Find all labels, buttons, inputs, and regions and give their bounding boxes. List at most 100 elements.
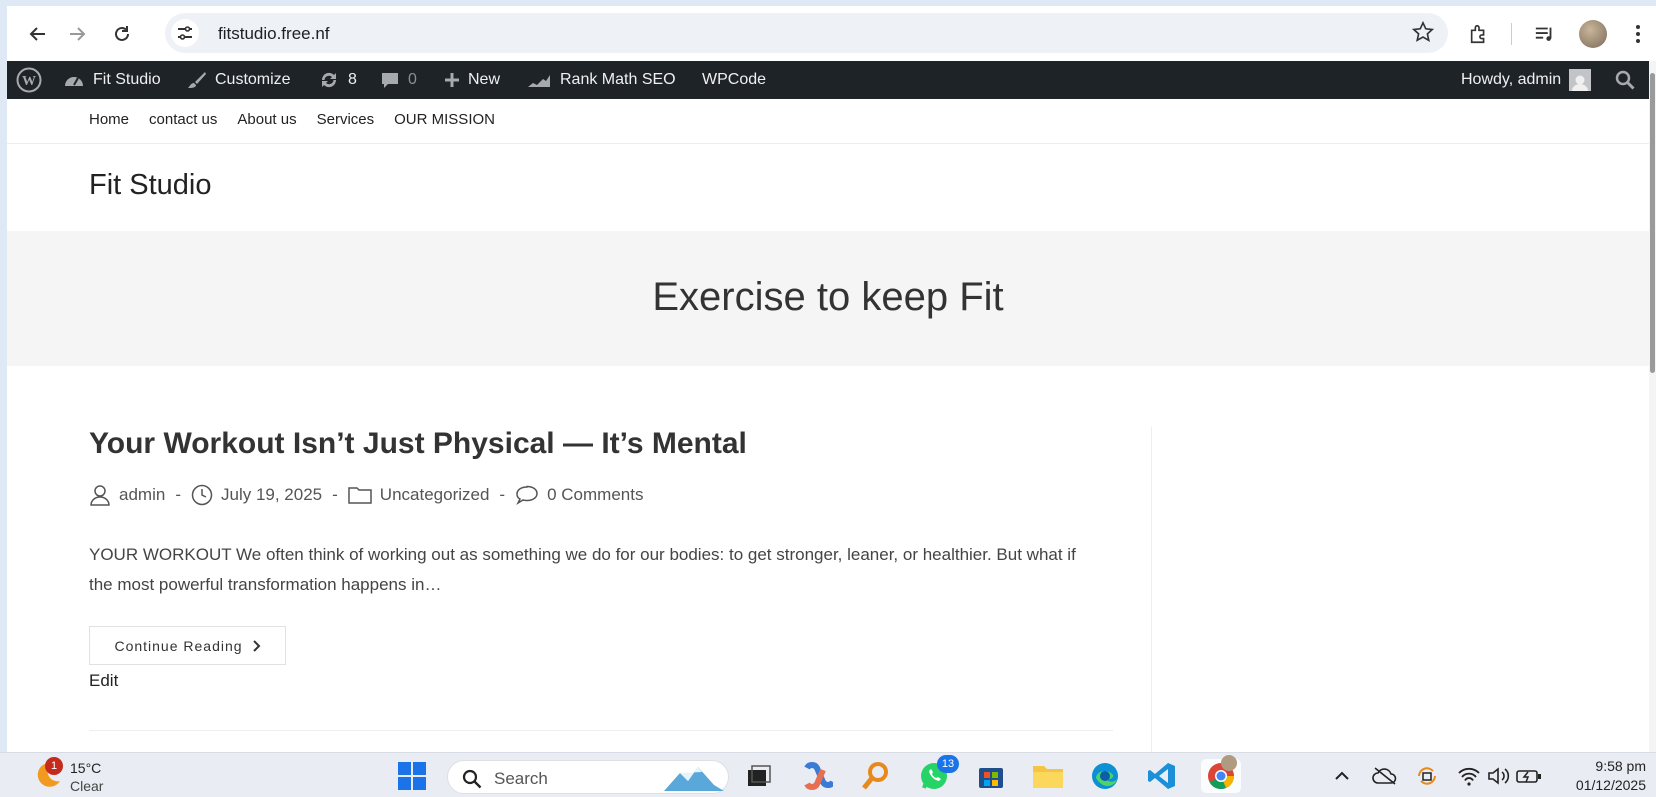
nav-about[interactable]: About us <box>237 111 296 128</box>
comment-bubble-icon <box>382 73 398 88</box>
admin-updates[interactable]: 8 <box>318 61 357 99</box>
svg-text:W: W <box>22 74 36 89</box>
admin-site-name[interactable]: Fit Studio <box>63 61 161 99</box>
sidebar-border <box>1151 427 1152 752</box>
post-excerpt: YOUR WORKOUT We often think of working o… <box>89 545 1076 594</box>
folder-icon <box>348 487 372 504</box>
chrome-profile-badge <box>1221 755 1237 771</box>
vscode-icon[interactable] <box>1145 759 1179 793</box>
sync-icon[interactable] <box>1414 763 1440 789</box>
hero-banner: Exercise to keep Fit <box>7 231 1649 366</box>
extensions-icon[interactable] <box>1464 19 1494 49</box>
wp-admin-bar: W Fit Studio Customize 8 0 New Rank Math… <box>7 61 1649 99</box>
nav-mission[interactable]: OUR MISSION <box>394 111 495 128</box>
admin-wpcode-label: WPCode <box>702 71 767 88</box>
page-scrollbar[interactable] <box>1649 61 1656 752</box>
admin-site-name-label: Fit Studio <box>93 71 161 88</box>
start-button-icon[interactable] <box>395 759 429 793</box>
nav-services[interactable]: Services <box>317 111 375 128</box>
admin-rank-math-label: Rank Math SEO <box>560 71 676 88</box>
battery-icon[interactable] <box>1516 763 1542 789</box>
wifi-icon[interactable] <box>1456 763 1482 789</box>
post-meta: admin - July 19, 2025 - Uncategorized - … <box>89 484 643 506</box>
copilot-icon[interactable] <box>801 759 835 793</box>
task-view-icon[interactable] <box>742 759 776 793</box>
toolbar-divider <box>1511 23 1512 45</box>
admin-customize-label: Customize <box>215 71 291 88</box>
weather-moon-icon: 1 <box>30 757 63 791</box>
url-text[interactable]: fitstudio.free.nf <box>218 24 330 44</box>
hero-title: Exercise to keep Fit <box>652 275 1004 319</box>
dashboard-icon <box>65 77 83 86</box>
updates-icon <box>321 72 337 88</box>
onedrive-offline-icon[interactable] <box>1372 763 1398 789</box>
windows-taskbar: 1 15°C Clear Search 13 9:58 pm 01/12/202… <box>0 752 1656 797</box>
edit-link[interactable]: Edit <box>89 671 118 691</box>
admin-avatar <box>1569 69 1592 91</box>
whatsapp-icon[interactable]: 13 <box>917 755 959 793</box>
site-nav: Home contact us About us Services OUR MI… <box>89 111 495 128</box>
show-hidden-icons-chevron-icon[interactable] <box>1329 763 1355 789</box>
volume-icon[interactable] <box>1486 763 1512 789</box>
post-title[interactable]: Your Workout Isn’t Just Physical — It’s … <box>89 427 747 461</box>
nav-contact[interactable]: contact us <box>149 111 217 128</box>
site-title[interactable]: Fit Studio <box>89 169 212 202</box>
post-comments[interactable]: 0 Comments <box>547 485 643 505</box>
taskbar-search[interactable]: Search <box>447 760 729 794</box>
post-date: July 19, 2025 <box>220 485 323 504</box>
admin-new-label: New <box>468 71 501 88</box>
page-content: Home contact us About us Services OUR MI… <box>7 99 1649 752</box>
address-bar[interactable]: fitstudio.free.nf <box>165 13 1448 53</box>
admin-search-icon[interactable] <box>1615 61 1635 99</box>
admin-comments[interactable]: 0 <box>380 61 417 99</box>
user-icon <box>90 485 110 506</box>
microsoft-store-icon[interactable] <box>974 759 1008 793</box>
comment-icon <box>516 485 538 505</box>
forward-button[interactable] <box>63 20 91 48</box>
back-button[interactable] <box>24 20 52 48</box>
post-category[interactable]: Uncategorized <box>380 485 490 505</box>
search-highlight-icon <box>664 767 724 791</box>
admin-customize[interactable]: Customize <box>187 61 291 99</box>
taskbar-search-label: Search <box>494 769 548 788</box>
site-info-icon[interactable] <box>171 19 199 47</box>
rank-math-icon <box>528 75 550 87</box>
chrome-menu-icon[interactable] <box>1623 19 1653 49</box>
nav-home[interactable]: Home <box>89 111 129 128</box>
chrome-taskbar-icon[interactable] <box>1201 755 1241 793</box>
comments-count: 0 <box>408 71 417 88</box>
media-controls-icon[interactable] <box>1530 19 1560 49</box>
admin-new[interactable]: New <box>444 61 500 99</box>
file-explorer-icon[interactable] <box>1031 759 1065 793</box>
scrollbar-thumb[interactable] <box>1650 73 1655 373</box>
clock-time: 9:58 pm <box>1595 758 1646 774</box>
bookmark-star-icon[interactable] <box>1411 20 1435 48</box>
weather-widget[interactable]: 1 15°C Clear <box>30 757 104 795</box>
reload-button[interactable] <box>108 20 136 48</box>
profile-avatar[interactable] <box>1578 19 1608 49</box>
post-author[interactable]: admin <box>119 485 165 505</box>
admin-rank-math[interactable]: Rank Math SEO <box>526 61 676 99</box>
back-arrow-icon <box>29 27 45 41</box>
clock-icon <box>191 484 213 506</box>
nav-divider <box>7 143 1649 144</box>
updates-count: 8 <box>348 71 357 88</box>
plus-icon <box>445 73 459 87</box>
continue-reading-button[interactable]: Continue Reading <box>89 626 286 665</box>
brush-icon <box>188 72 206 88</box>
edge-browser-icon[interactable] <box>1088 759 1122 793</box>
weather-badge: 1 <box>45 757 63 775</box>
admin-account[interactable]: Howdy, admin <box>1461 61 1592 99</box>
taskbar-clock[interactable]: 9:58 pm 01/12/2025 <box>1576 757 1646 795</box>
chevron-right-icon <box>252 639 260 652</box>
meta-separator: - <box>175 485 181 504</box>
wordpress-logo-icon[interactable]: W <box>16 61 42 99</box>
weather-desc: Clear <box>70 778 104 794</box>
post-divider <box>89 730 1113 731</box>
magnifier-app-icon[interactable] <box>859 759 893 793</box>
whatsapp-badge: 13 <box>937 755 959 773</box>
search-icon <box>462 769 482 789</box>
admin-wpcode[interactable]: WPCode <box>702 61 766 99</box>
howdy-text: Howdy, admin <box>1461 71 1562 88</box>
continue-reading-label: Continue Reading <box>114 637 243 654</box>
